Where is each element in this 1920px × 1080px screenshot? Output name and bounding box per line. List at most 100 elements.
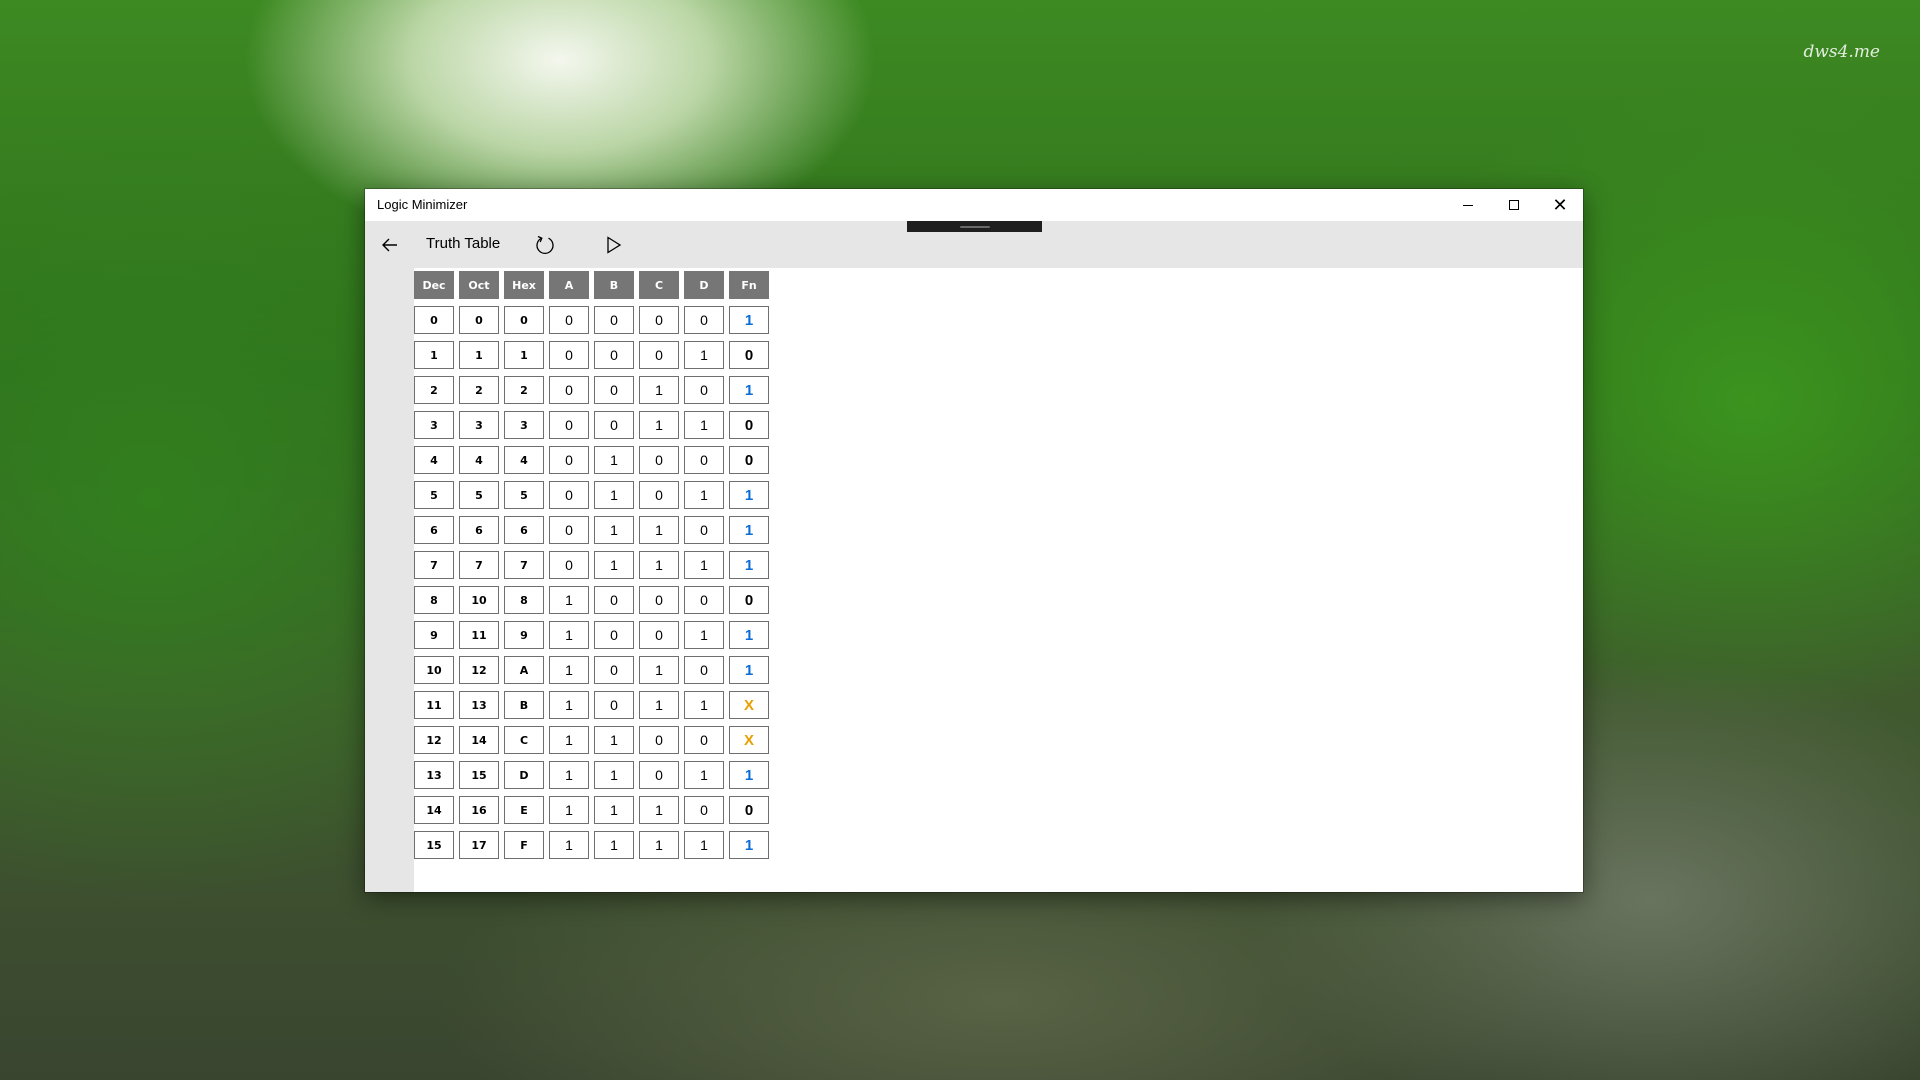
column-header-fn: Fn: [729, 271, 769, 299]
fn-toggle-cell[interactable]: 1: [729, 656, 769, 684]
cell-dec: 8: [414, 586, 454, 614]
fn-toggle-cell[interactable]: X: [729, 726, 769, 754]
fn-toggle-cell[interactable]: 1: [729, 306, 769, 334]
cell-oct: 14: [459, 726, 499, 754]
minimize-button[interactable]: [1445, 189, 1491, 221]
cell-c: 0: [639, 726, 679, 754]
cell-a: 1: [549, 831, 589, 859]
cell-c: 1: [639, 656, 679, 684]
cell-b: 0: [594, 411, 634, 439]
fn-toggle-cell[interactable]: 1: [729, 376, 769, 404]
fn-toggle-cell[interactable]: 1: [729, 516, 769, 544]
cell-a: 0: [549, 516, 589, 544]
cell-c: 0: [639, 586, 679, 614]
fn-toggle-cell[interactable]: 1: [729, 831, 769, 859]
cell-oct: 13: [459, 691, 499, 719]
fn-toggle-cell[interactable]: 1: [729, 551, 769, 579]
cell-a: 1: [549, 586, 589, 614]
cell-dec: 7: [414, 551, 454, 579]
cell-b: 1: [594, 516, 634, 544]
cell-oct: 15: [459, 761, 499, 789]
cell-a: 0: [549, 376, 589, 404]
cell-hex: C: [504, 726, 544, 754]
fn-toggle-cell[interactable]: 1: [729, 621, 769, 649]
column-header-hex: Hex: [504, 271, 544, 299]
cell-oct: 10: [459, 586, 499, 614]
cell-dec: 3: [414, 411, 454, 439]
close-icon: ✕: [1552, 195, 1568, 215]
cell-d: 0: [684, 726, 724, 754]
cell-dec: 12: [414, 726, 454, 754]
cell-dec: 5: [414, 481, 454, 509]
cell-hex: 0: [504, 306, 544, 334]
cell-hex: 4: [504, 446, 544, 474]
cell-hex: 2: [504, 376, 544, 404]
cell-c: 1: [639, 411, 679, 439]
cell-oct: 0: [459, 306, 499, 334]
cell-oct: 17: [459, 831, 499, 859]
cell-hex: 7: [504, 551, 544, 579]
app-title: Logic Minimizer: [377, 197, 468, 212]
cell-c: 1: [639, 376, 679, 404]
cell-c: 0: [639, 621, 679, 649]
cell-oct: 5: [459, 481, 499, 509]
cell-a: 0: [549, 446, 589, 474]
cell-d: 1: [684, 621, 724, 649]
cell-d: 0: [684, 516, 724, 544]
fn-toggle-cell[interactable]: 0: [729, 341, 769, 369]
back-button[interactable]: [365, 221, 414, 268]
title-bar[interactable]: Logic Minimizer ✕: [365, 189, 1583, 221]
fn-toggle-cell[interactable]: 1: [729, 761, 769, 789]
drag-handle[interactable]: [907, 221, 1042, 232]
fn-toggle-cell[interactable]: 1: [729, 481, 769, 509]
column-header-d: D: [684, 271, 724, 299]
cell-d: 0: [684, 796, 724, 824]
cell-dec: 2: [414, 376, 454, 404]
cell-a: 1: [549, 656, 589, 684]
cell-a: 0: [549, 551, 589, 579]
cell-b: 1: [594, 761, 634, 789]
toolbar: Truth Table: [365, 221, 1583, 268]
cell-b: 0: [594, 691, 634, 719]
cell-a: 1: [549, 621, 589, 649]
fn-toggle-cell[interactable]: X: [729, 691, 769, 719]
cell-oct: 16: [459, 796, 499, 824]
cell-a: 1: [549, 761, 589, 789]
close-button[interactable]: ✕: [1537, 189, 1583, 221]
cell-b: 1: [594, 796, 634, 824]
cell-dec: 14: [414, 796, 454, 824]
cell-b: 0: [594, 621, 634, 649]
cell-dec: 4: [414, 446, 454, 474]
cell-c: 0: [639, 341, 679, 369]
cell-hex: 1: [504, 341, 544, 369]
app-window: Logic Minimizer ✕ Truth Table Dec Oct He…: [365, 189, 1583, 892]
cell-dec: 9: [414, 621, 454, 649]
cell-hex: B: [504, 691, 544, 719]
cell-b: 0: [594, 306, 634, 334]
fn-toggle-cell[interactable]: 0: [729, 411, 769, 439]
cell-oct: 3: [459, 411, 499, 439]
cell-b: 1: [594, 481, 634, 509]
cell-d: 0: [684, 586, 724, 614]
cell-hex: 5: [504, 481, 544, 509]
cell-hex: D: [504, 761, 544, 789]
maximize-button[interactable]: [1491, 189, 1537, 221]
cell-c: 0: [639, 761, 679, 789]
reset-button[interactable]: [527, 227, 563, 263]
maximize-icon: [1509, 200, 1519, 210]
column-header-c: C: [639, 271, 679, 299]
cell-dec: 15: [414, 831, 454, 859]
cell-oct: 11: [459, 621, 499, 649]
fn-toggle-cell[interactable]: 0: [729, 796, 769, 824]
fn-toggle-cell[interactable]: 0: [729, 446, 769, 474]
column-header-b: B: [594, 271, 634, 299]
cell-a: 0: [549, 481, 589, 509]
column-header-a: A: [549, 271, 589, 299]
cell-c: 1: [639, 831, 679, 859]
cell-hex: A: [504, 656, 544, 684]
cell-c: 0: [639, 306, 679, 334]
run-button[interactable]: [596, 227, 632, 263]
cell-oct: 2: [459, 376, 499, 404]
cell-hex: E: [504, 796, 544, 824]
fn-toggle-cell[interactable]: 0: [729, 586, 769, 614]
